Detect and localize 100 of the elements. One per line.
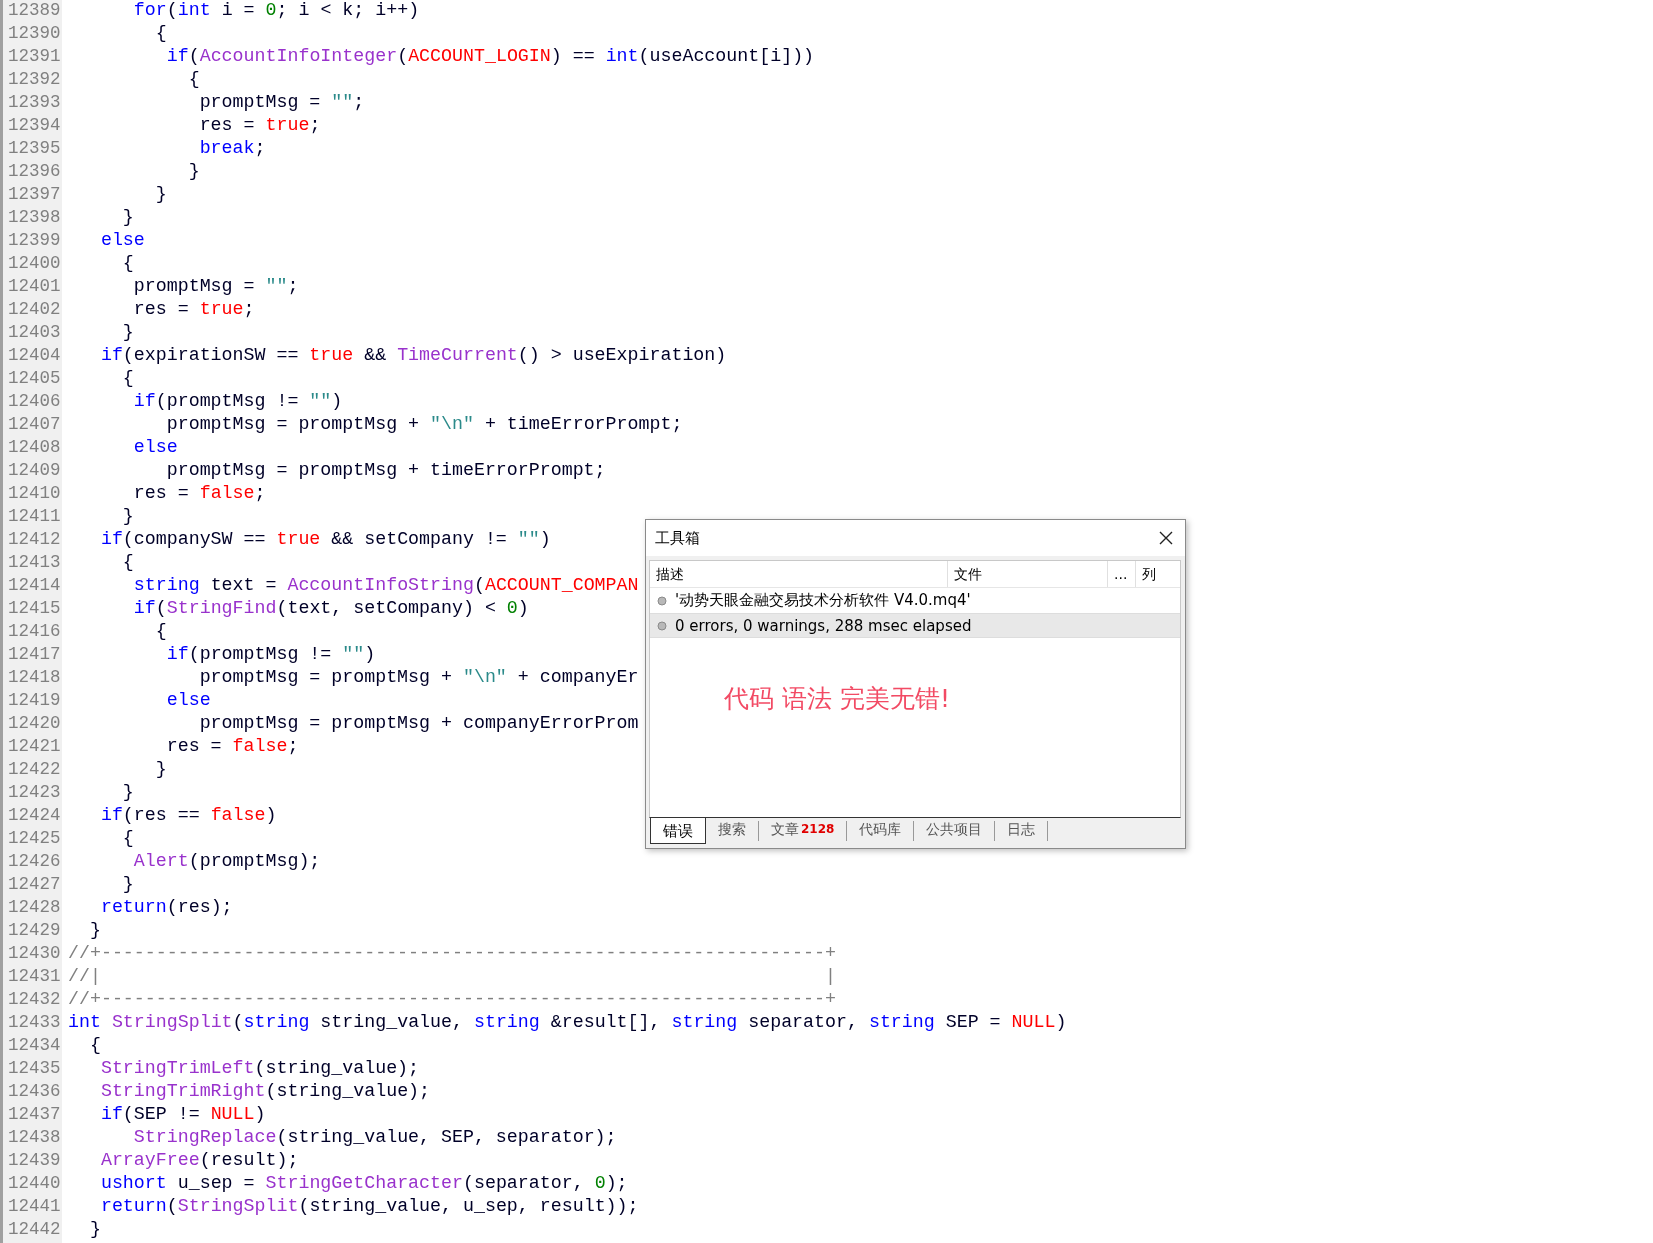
line-number: 12402 <box>7 299 62 321</box>
line-number: 12430 <box>7 943 62 965</box>
code-line: res = true; <box>132 299 255 321</box>
line-number: 12429 <box>7 920 62 942</box>
line-number: 12405 <box>7 368 62 390</box>
code-line: } <box>187 161 200 183</box>
status-dot-icon <box>657 595 667 606</box>
code-line: if(companySW == true && setCompany != "") <box>99 529 551 551</box>
line-number: 12398 <box>7 207 62 229</box>
code-line: } <box>121 322 134 344</box>
code-line: if(res == false) <box>99 805 277 827</box>
code-line: if(SEP != NULL) <box>99 1104 266 1126</box>
line-number: 12390 <box>7 23 62 45</box>
line-number: 12435 <box>7 1058 62 1080</box>
code-line: } <box>121 506 134 528</box>
code-line: ushort u_sep = StringGetCharacter(separator, 0); <box>99 1173 628 1195</box>
tab[interactable]: 代码库 <box>847 821 915 841</box>
code-line: promptMsg = promptMsg + companyErrorProm <box>198 713 639 735</box>
tab[interactable]: 文章 2128 <box>759 821 848 841</box>
code-line: for(int i = 0; i < k; i++) <box>132 0 420 22</box>
line-number: 12427 <box>7 874 62 896</box>
line-number: 12433 <box>7 1012 62 1034</box>
line-number: 12410 <box>7 483 62 505</box>
line-number: 12428 <box>7 897 62 919</box>
code-line: { <box>154 621 167 643</box>
code-line: } <box>88 920 101 942</box>
line-number: 12436 <box>7 1081 62 1103</box>
line-number: 12406 <box>7 391 62 413</box>
line-number: 12392 <box>7 69 62 91</box>
code-line: //| | <box>68 966 836 988</box>
code-line: //+------------------------------------------------------------------+ <box>68 943 836 965</box>
code-line: StringReplace(string_value, SEP, separator); <box>132 1127 617 1149</box>
line-number: 12397 <box>7 184 62 206</box>
line-number: 12399 <box>7 230 62 252</box>
line-number: 12408 <box>7 437 62 459</box>
close-icon <box>1158 530 1174 546</box>
line-number: 12407 <box>7 414 62 436</box>
column-header[interactable]: 文件 <box>948 561 1108 587</box>
code-line: ArrayFree(result); <box>99 1150 299 1172</box>
code-line: promptMsg = ""; <box>132 276 299 298</box>
code-line: //+------------------------------------------------------------------+ <box>68 989 836 1011</box>
code-line: Alert(promptMsg); <box>132 851 321 873</box>
line-number: 12418 <box>7 667 62 689</box>
code-line: } <box>154 184 167 206</box>
code-line: res = false; <box>165 736 299 758</box>
tab[interactable]: 错误 <box>650 818 706 844</box>
line-number: 12441 <box>7 1196 62 1218</box>
column-header[interactable]: ... <box>1108 561 1136 587</box>
line-number: 12389 <box>7 0 62 22</box>
column-header[interactable]: 描述 <box>650 561 948 587</box>
line-number: 12439 <box>7 1150 62 1172</box>
line-number: 12413 <box>7 552 62 574</box>
line-number: 12422 <box>7 759 62 781</box>
code-line: res = true; <box>198 115 321 137</box>
line-number: 12442 <box>7 1219 62 1241</box>
code-line: else <box>165 690 211 712</box>
status-dot-icon <box>657 620 667 631</box>
code-line: { <box>154 23 167 45</box>
column-header[interactable]: 列 <box>1136 561 1180 587</box>
message-row[interactable]: 0 errors, 0 warnings, 288 msec elapsed <box>650 613 1180 638</box>
tab[interactable]: 公共项目 <box>914 821 996 841</box>
line-number: 12421 <box>7 736 62 758</box>
tab[interactable]: 搜索 <box>706 821 759 841</box>
line-number: 12395 <box>7 138 62 160</box>
code-line: { <box>121 552 134 574</box>
code-line: promptMsg = promptMsg + timeErrorPrompt; <box>165 460 606 482</box>
line-number: 12404 <box>7 345 62 367</box>
code-line: { <box>121 828 134 850</box>
line-number: 12415 <box>7 598 62 620</box>
line-number: 12409 <box>7 460 62 482</box>
line-number: 12417 <box>7 644 62 666</box>
line-number: 12438 <box>7 1127 62 1149</box>
message-row[interactable]: '动势天眼金融交易技术分析软件 V4.0.mq4' <box>650 588 1180 613</box>
line-number: 12434 <box>7 1035 62 1057</box>
line-number: 12416 <box>7 621 62 643</box>
code-line: { <box>121 368 134 390</box>
code-line: string text = AccountInfoString(ACCOUNT_COMPAN <box>132 575 639 597</box>
code-line: promptMsg = ""; <box>198 92 365 114</box>
code-line: } <box>121 207 134 229</box>
code-line: { <box>88 1035 101 1057</box>
line-number: 12401 <box>7 276 62 298</box>
message-text: 0 errors, 0 warnings, 288 msec elapsed <box>675 616 972 635</box>
line-number: 12391 <box>7 46 62 68</box>
code-line: return(res); <box>99 897 233 919</box>
code-line: { <box>121 253 134 275</box>
code-line: else <box>99 230 145 252</box>
message-text: '动势天眼金融交易技术分析软件 V4.0.mq4' <box>675 591 971 610</box>
code-line: else <box>132 437 178 459</box>
tab[interactable]: 日志 <box>995 821 1049 841</box>
code-line: } <box>154 759 167 781</box>
line-number: 12423 <box>7 782 62 804</box>
line-number: 12400 <box>7 253 62 275</box>
line-number: 12393 <box>7 92 62 114</box>
line-number: 12432 <box>7 989 62 1011</box>
line-number: 12414 <box>7 575 62 597</box>
code-line: if(AccountInfoInteger(ACCOUNT_LOGIN) == int(useAccount[i])) <box>165 46 815 68</box>
line-number: 12437 <box>7 1104 62 1126</box>
line-number: 12412 <box>7 529 62 551</box>
code-line: promptMsg = promptMsg + "\n" + timeErrorPrompt; <box>165 414 683 436</box>
line-number: 12424 <box>7 805 62 827</box>
